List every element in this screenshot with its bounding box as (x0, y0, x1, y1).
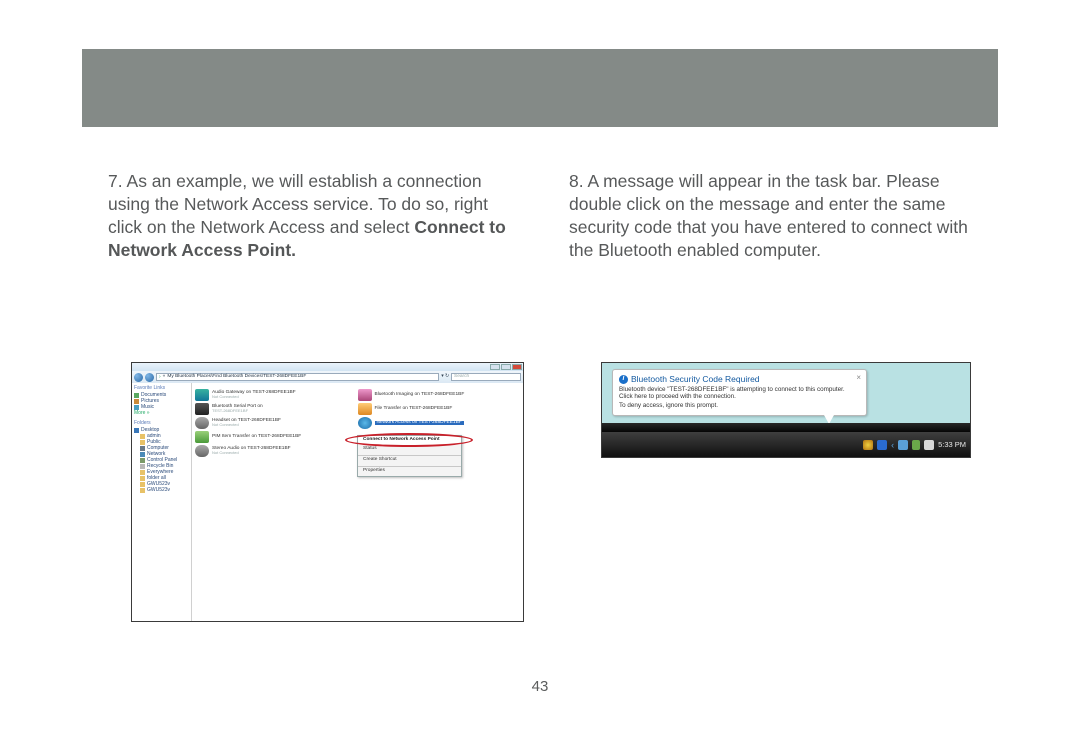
stereo-icon (195, 445, 209, 457)
ctx-connect-nap[interactable]: Connect to Network Access Point (358, 436, 461, 445)
control-panel-icon (140, 458, 145, 463)
maximize-button[interactable] (501, 364, 511, 370)
security-shield-icon[interactable] (863, 440, 873, 450)
folder-icon (140, 488, 145, 493)
device-serial-port[interactable]: Bluetooth Serial Port onTEST-268DFEE1BF (195, 403, 358, 415)
favorites-header: Favorite Links (134, 386, 189, 391)
explorer-main: Audio Gateway on TEST-268DFEE1BFNot Conn… (192, 383, 523, 621)
path-chevron-icon: › (159, 375, 161, 380)
imaging-icon (358, 389, 372, 401)
balloon-title-row: i Bluetooth Security Code Required (619, 374, 860, 385)
device-file-transfer[interactable]: File Transfer on TEST-268DFEE1BF (358, 403, 521, 415)
device-network-access[interactable]: Network Access on TEST-268DFEE1BF (358, 417, 521, 429)
clock[interactable]: 5:33 PM (938, 440, 966, 449)
balloon-close-icon[interactable]: × (856, 373, 861, 383)
explorer-body: Favorite Links Documents Pictures Music … (132, 383, 523, 621)
volume-tray-icon[interactable] (924, 440, 934, 450)
screenshot-taskbar-notify: × i Bluetooth Security Code Required Blu… (601, 362, 971, 458)
folder-icon (140, 470, 145, 475)
device-headset[interactable]: Headset on TEST-268DFEE1BFNot Connected (195, 417, 358, 429)
folder-icon (140, 434, 145, 439)
screenshot-explorer: › « My Bluetooth Places\Find Bluetooth D… (131, 362, 524, 622)
desktop-icon (134, 428, 139, 433)
balloon-line2: To deny access, ignore this prompt. (619, 402, 860, 410)
info-icon: i (619, 375, 628, 384)
balloon-line1: Bluetooth device "TEST-268DFEE1BF" is at… (619, 386, 860, 402)
ctx-separator (358, 455, 461, 456)
forward-button[interactable] (145, 373, 154, 382)
step-8-text: A message will appear in the task bar. P… (569, 171, 968, 260)
taskbar-topstrip (602, 423, 970, 432)
serial-port-icon (195, 403, 209, 415)
search-placeholder: Search (454, 375, 469, 380)
context-menu: Connect to Network Access Point Status C… (357, 435, 462, 477)
refresh-icon[interactable]: ▾ ↻ (441, 375, 449, 380)
address-bar-row: › « My Bluetooth Places\Find Bluetooth D… (132, 371, 523, 383)
network-access-icon (358, 417, 372, 429)
network-tray-icon[interactable] (898, 440, 908, 450)
minimize-button[interactable] (490, 364, 500, 370)
address-bar[interactable]: › « My Bluetooth Places\Find Bluetooth D… (156, 373, 439, 381)
ctx-properties[interactable]: Properties (358, 467, 461, 476)
computer-icon (140, 446, 145, 451)
ctx-create-shortcut[interactable]: Create Shortcut (358, 456, 461, 465)
pim-icon (195, 431, 209, 443)
ctx-separator (358, 466, 461, 467)
window-titlebar (132, 363, 523, 371)
back-button[interactable] (134, 373, 143, 382)
tray-expand-icon[interactable]: ‹ (891, 440, 894, 450)
battery-tray-icon[interactable] (912, 440, 920, 450)
page-number: 43 (0, 678, 1080, 695)
pictures-icon (134, 399, 139, 404)
step-7: 7. As an example, we will establish a co… (108, 170, 521, 262)
step-8-number: 8. (569, 171, 584, 191)
folder-icon (140, 482, 145, 487)
device-audio-gateway[interactable]: Audio Gateway on TEST-268DFEE1BFNot Conn… (195, 389, 358, 401)
header-bar (82, 49, 998, 127)
folder-icon (140, 440, 145, 445)
headset-icon (195, 417, 209, 429)
close-button[interactable] (512, 364, 522, 370)
file-transfer-icon (358, 403, 372, 415)
taskbar: ‹ 5:33 PM (602, 432, 970, 457)
sidebar-desktop[interactable]: Desktop (134, 428, 189, 433)
balloon-title: Bluetooth Security Code Required (631, 374, 760, 385)
device-col-left: Audio Gateway on TEST-268DFEE1BFNot Conn… (195, 387, 358, 459)
step-8: 8. A message will appear in the task bar… (569, 170, 982, 262)
sidebar-gwu-2[interactable]: GWU523v (140, 488, 189, 493)
device-imaging[interactable]: Bluetooth Imaging on TEST-268DFEE1BF (358, 389, 521, 401)
device-stereo[interactable]: Stereo Audio on TEST-268DFEE1BFNot Conne… (195, 445, 358, 457)
explorer-sidebar: Favorite Links Documents Pictures Music … (132, 383, 192, 621)
sidebar-more[interactable]: More » (134, 411, 189, 416)
folders-header: Folders (134, 421, 189, 426)
recycle-icon (140, 464, 145, 469)
step-7-number: 7. (108, 171, 123, 191)
address-path: My Bluetooth Places\Find Bluetooth Devic… (167, 375, 306, 380)
documents-icon (134, 393, 139, 398)
notification-balloon[interactable]: × i Bluetooth Security Code Required Blu… (612, 369, 867, 416)
bluetooth-tray-icon[interactable] (877, 440, 887, 450)
audio-gateway-icon (195, 389, 209, 401)
instruction-columns: 7. As an example, we will establish a co… (108, 170, 982, 262)
network-icon (140, 452, 145, 457)
ctx-status[interactable]: Status (358, 445, 461, 454)
device-pim[interactable]: PIM Item Transfer on TEST-268DFEE1BF (195, 431, 358, 443)
folder-icon (140, 476, 145, 481)
search-input[interactable]: Search (451, 373, 521, 381)
